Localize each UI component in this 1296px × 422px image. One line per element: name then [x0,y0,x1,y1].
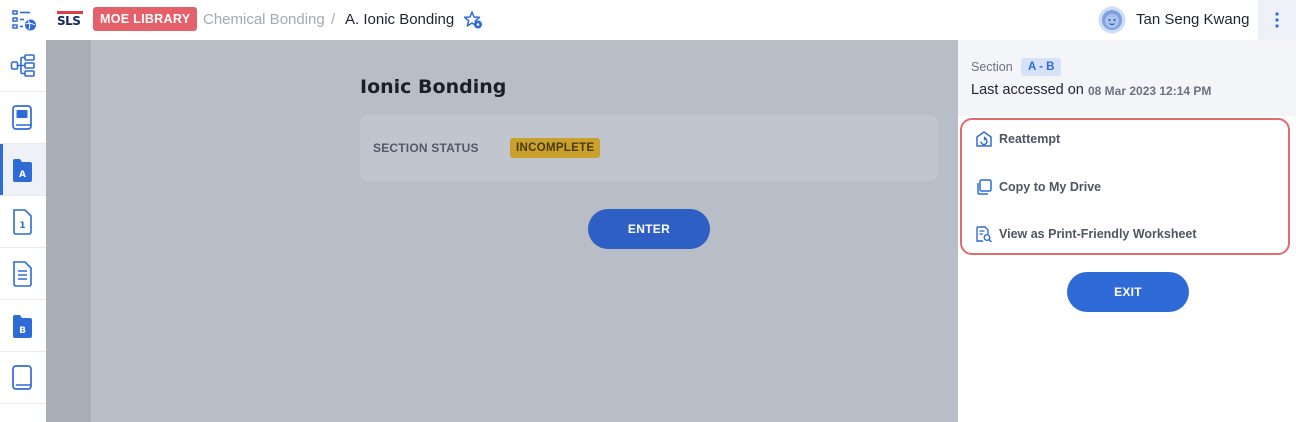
more-menu-button[interactable] [1258,0,1296,40]
nav-section-a[interactable]: A [0,144,46,196]
reattempt-icon [976,131,992,147]
star-settings-icon[interactable] [463,10,483,30]
library-badge: MOE LIBRARY [93,7,198,31]
nav-document[interactable] [0,248,46,300]
content-gutter [46,40,91,422]
section-a-letter: A [19,170,26,180]
last-accessed-label: Last accessed on [971,82,1084,98]
section-b-icon: B [13,315,32,338]
enter-button[interactable]: ENTER [588,209,710,249]
book-icon [12,105,32,130]
document-icon [13,261,32,287]
sls-logo[interactable]: SLS [57,11,83,29]
section-status-label: SECTION STATUS [373,141,479,155]
nav-lesson-map[interactable] [0,40,46,92]
breadcrumb-separator: / [331,11,336,28]
breadcrumb-lesson[interactable]: Chemical Bonding [203,11,325,28]
user-name[interactable]: Tan Seng Kwang [1136,11,1249,28]
nav-section-b[interactable]: B [0,300,46,352]
nav-book[interactable] [0,92,46,144]
section-1-icon: 1 [13,209,32,235]
checklist-globe-icon[interactable] [10,7,38,33]
status-badge: INCOMPLETE [510,138,601,158]
lesson-map-icon [10,54,35,77]
left-navigation: A 1 B [0,40,46,422]
page-title: Ionic Bonding [360,76,507,98]
nav-section-1[interactable]: 1 [0,196,46,248]
section-range-badge: A - B [1021,58,1062,76]
worksheet-search-icon [976,226,993,243]
nav-book-end[interactable] [0,352,46,404]
avatar[interactable] [1098,6,1126,34]
breadcrumb-section: A. Ionic Bonding [345,11,455,28]
reattempt-label: Reattempt [999,132,1061,146]
exit-button[interactable]: EXIT [1067,272,1189,312]
section-b-letter: B [19,326,26,336]
book-end-icon [12,365,32,390]
vertical-dots-icon [1275,12,1279,28]
section-label: Section [971,60,1013,74]
section-1-number: 1 [19,221,25,231]
print-worksheet-label: View as Print-Friendly Worksheet [999,227,1197,241]
copy-to-drive-label: Copy to My Drive [999,180,1102,194]
last-accessed-date: 08 Mar 2023 12:14 PM [1088,84,1212,98]
section-a-icon: A [13,159,32,182]
section-panel-header [958,40,1296,116]
top-bar: SLS MOE LIBRARY Chemical Bonding / A. Io… [0,0,1296,40]
copy-icon [977,179,992,195]
sls-logo-text: SLS [57,14,81,28]
